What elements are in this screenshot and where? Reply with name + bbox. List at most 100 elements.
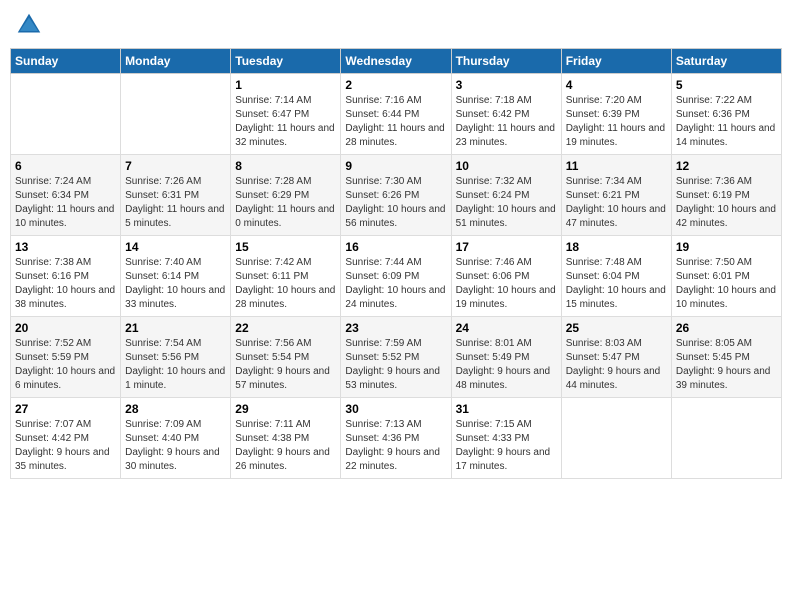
calendar-week-row: 13 Sunrise: 7:38 AM Sunset: 6:16 PM Dayli…	[11, 236, 782, 317]
day-info: Sunrise: 7:22 AM Sunset: 6:36 PM Dayligh…	[676, 94, 777, 150]
day-info: Sunrise: 7:11 AM Sunset: 4:38 PM Dayligh…	[235, 418, 336, 474]
day-info: Sunrise: 7:13 AM Sunset: 4:36 PM Dayligh…	[345, 418, 446, 474]
calendar-cell: 25 Sunrise: 8:03 AM Sunset: 5:47 PM Dayli…	[561, 317, 671, 398]
calendar-week-row: 6Sunrise: 7:24 AM Sunset: 6:34 PM Daylig…	[11, 155, 782, 236]
day-number: 7	[125, 159, 226, 173]
calendar-cell: 18 Sunrise: 7:48 AM Sunset: 6:04 PM Dayli…	[561, 236, 671, 317]
calendar-table: SundayMondayTuesdayWednesdayThursdayFrid…	[10, 48, 782, 479]
day-info: Sunrise: 8:01 AM Sunset: 5:49 PM Dayligh…	[456, 337, 557, 393]
day-number: 1	[235, 78, 336, 92]
day-number: 20	[15, 321, 116, 335]
calendar-cell: 17 Sunrise: 7:46 AM Sunset: 6:06 PM Dayli…	[451, 236, 561, 317]
day-number: 12	[676, 159, 777, 173]
calendar-cell: 1 Sunrise: 7:14 AM Sunset: 6:47 PM Daylig…	[231, 74, 341, 155]
day-number: 15	[235, 240, 336, 254]
day-number: 24	[456, 321, 557, 335]
logo-icon	[14, 10, 44, 40]
day-number: 18	[566, 240, 667, 254]
day-info: Sunrise: 7:34 AM Sunset: 6:21 PM Dayligh…	[566, 175, 667, 231]
calendar-cell	[11, 74, 121, 155]
calendar-cell: 6Sunrise: 7:24 AM Sunset: 6:34 PM Daylig…	[11, 155, 121, 236]
day-info: Sunrise: 7:50 AM Sunset: 6:01 PM Dayligh…	[676, 256, 777, 312]
calendar-cell: 14 Sunrise: 7:40 AM Sunset: 6:14 PM Dayli…	[121, 236, 231, 317]
day-info: Sunrise: 7:44 AM Sunset: 6:09 PM Dayligh…	[345, 256, 446, 312]
day-info: Sunrise: 7:14 AM Sunset: 6:47 PM Dayligh…	[235, 94, 336, 150]
day-number: 14	[125, 240, 226, 254]
day-info: Sunrise: 7:15 AM Sunset: 4:33 PM Dayligh…	[456, 418, 557, 474]
day-number: 26	[676, 321, 777, 335]
day-header-saturday: Saturday	[671, 49, 781, 74]
day-number: 25	[566, 321, 667, 335]
calendar-week-row: 20 Sunrise: 7:52 AM Sunset: 5:59 PM Dayli…	[11, 317, 782, 398]
day-info: Sunrise: 7:54 AM Sunset: 5:56 PM Dayligh…	[125, 337, 226, 393]
day-number: 16	[345, 240, 446, 254]
day-header-wednesday: Wednesday	[341, 49, 451, 74]
day-number: 22	[235, 321, 336, 335]
calendar-cell: 24 Sunrise: 8:01 AM Sunset: 5:49 PM Dayli…	[451, 317, 561, 398]
day-info: Sunrise: 7:52 AM Sunset: 5:59 PM Dayligh…	[15, 337, 116, 393]
calendar-cell: 13 Sunrise: 7:38 AM Sunset: 6:16 PM Dayli…	[11, 236, 121, 317]
day-header-friday: Friday	[561, 49, 671, 74]
calendar-cell: 12 Sunrise: 7:36 AM Sunset: 6:19 PM Dayli…	[671, 155, 781, 236]
day-number: 13	[15, 240, 116, 254]
calendar-week-row: 1 Sunrise: 7:14 AM Sunset: 6:47 PM Daylig…	[11, 74, 782, 155]
calendar-cell: 21 Sunrise: 7:54 AM Sunset: 5:56 PM Dayli…	[121, 317, 231, 398]
day-header-monday: Monday	[121, 49, 231, 74]
day-number: 4	[566, 78, 667, 92]
calendar-cell: 19 Sunrise: 7:50 AM Sunset: 6:01 PM Dayli…	[671, 236, 781, 317]
calendar-cell: 11 Sunrise: 7:34 AM Sunset: 6:21 PM Dayli…	[561, 155, 671, 236]
day-number: 8	[235, 159, 336, 173]
day-info: Sunrise: 7:56 AM Sunset: 5:54 PM Dayligh…	[235, 337, 336, 393]
calendar-cell	[561, 398, 671, 479]
calendar-cell: 2 Sunrise: 7:16 AM Sunset: 6:44 PM Daylig…	[341, 74, 451, 155]
day-number: 21	[125, 321, 226, 335]
calendar-cell: 30 Sunrise: 7:13 AM Sunset: 4:36 PM Dayli…	[341, 398, 451, 479]
day-number: 29	[235, 402, 336, 416]
day-info: Sunrise: 8:03 AM Sunset: 5:47 PM Dayligh…	[566, 337, 667, 393]
day-info: Sunrise: 7:28 AM Sunset: 6:29 PM Dayligh…	[235, 175, 336, 231]
calendar-cell: 29 Sunrise: 7:11 AM Sunset: 4:38 PM Dayli…	[231, 398, 341, 479]
day-number: 6	[15, 159, 116, 173]
calendar-cell: 20 Sunrise: 7:52 AM Sunset: 5:59 PM Dayli…	[11, 317, 121, 398]
calendar-cell: 3Sunrise: 7:18 AM Sunset: 6:42 PM Daylig…	[451, 74, 561, 155]
calendar-cell: 8 Sunrise: 7:28 AM Sunset: 6:29 PM Daylig…	[231, 155, 341, 236]
day-number: 30	[345, 402, 446, 416]
day-info: Sunrise: 7:40 AM Sunset: 6:14 PM Dayligh…	[125, 256, 226, 312]
calendar-cell	[671, 398, 781, 479]
day-number: 17	[456, 240, 557, 254]
calendar-cell: 26 Sunrise: 8:05 AM Sunset: 5:45 PM Dayli…	[671, 317, 781, 398]
calendar-cell: 27Sunrise: 7:07 AM Sunset: 4:42 PM Dayli…	[11, 398, 121, 479]
calendar-cell: 9 Sunrise: 7:30 AM Sunset: 6:26 PM Daylig…	[341, 155, 451, 236]
day-number: 2	[345, 78, 446, 92]
day-number: 5	[676, 78, 777, 92]
day-info: Sunrise: 7:20 AM Sunset: 6:39 PM Dayligh…	[566, 94, 667, 150]
day-info: Sunrise: 7:46 AM Sunset: 6:06 PM Dayligh…	[456, 256, 557, 312]
calendar-cell: 23Sunrise: 7:59 AM Sunset: 5:52 PM Dayli…	[341, 317, 451, 398]
day-info: Sunrise: 7:07 AM Sunset: 4:42 PM Dayligh…	[15, 418, 116, 474]
day-info: Sunrise: 7:30 AM Sunset: 6:26 PM Dayligh…	[345, 175, 446, 231]
day-header-thursday: Thursday	[451, 49, 561, 74]
day-number: 10	[456, 159, 557, 173]
day-info: Sunrise: 7:26 AM Sunset: 6:31 PM Dayligh…	[125, 175, 226, 231]
day-info: Sunrise: 7:32 AM Sunset: 6:24 PM Dayligh…	[456, 175, 557, 231]
calendar-cell: 4 Sunrise: 7:20 AM Sunset: 6:39 PM Daylig…	[561, 74, 671, 155]
calendar-week-row: 27Sunrise: 7:07 AM Sunset: 4:42 PM Dayli…	[11, 398, 782, 479]
day-number: 28	[125, 402, 226, 416]
day-info: Sunrise: 7:36 AM Sunset: 6:19 PM Dayligh…	[676, 175, 777, 231]
page-header	[10, 10, 782, 40]
calendar-cell: 5 Sunrise: 7:22 AM Sunset: 6:36 PM Daylig…	[671, 74, 781, 155]
day-info: Sunrise: 7:59 AM Sunset: 5:52 PM Dayligh…	[345, 337, 446, 393]
day-info: Sunrise: 7:48 AM Sunset: 6:04 PM Dayligh…	[566, 256, 667, 312]
calendar-cell: 16 Sunrise: 7:44 AM Sunset: 6:09 PM Dayli…	[341, 236, 451, 317]
day-number: 11	[566, 159, 667, 173]
day-number: 9	[345, 159, 446, 173]
day-number: 19	[676, 240, 777, 254]
day-header-tuesday: Tuesday	[231, 49, 341, 74]
logo	[14, 10, 48, 40]
day-info: Sunrise: 7:16 AM Sunset: 6:44 PM Dayligh…	[345, 94, 446, 150]
day-info: Sunrise: 7:38 AM Sunset: 6:16 PM Dayligh…	[15, 256, 116, 312]
day-info: Sunrise: 7:42 AM Sunset: 6:11 PM Dayligh…	[235, 256, 336, 312]
day-number: 3	[456, 78, 557, 92]
calendar-cell: 10 Sunrise: 7:32 AM Sunset: 6:24 PM Dayli…	[451, 155, 561, 236]
day-info: Sunrise: 8:05 AM Sunset: 5:45 PM Dayligh…	[676, 337, 777, 393]
